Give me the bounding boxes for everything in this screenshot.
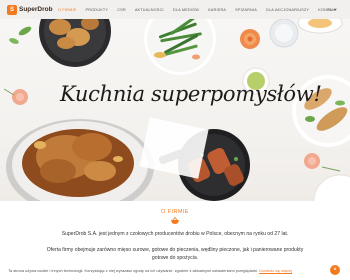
about-paragraph-1: SuperDrob S.A. jest jednym z czołowych p…: [61, 231, 289, 237]
menu-item-dla-mediow[interactable]: DLA MEDIÓW: [173, 0, 199, 19]
top-navigation: S SuperDrob O FIRMIE PRODUKTY CSR AKTUAL…: [0, 0, 350, 19]
crispy-chicken-bowl-icon: [39, 19, 111, 67]
cookie-more-link[interactable]: Dowiedz się więcej: [259, 268, 292, 274]
menu-item-aktualnosci[interactable]: AKTUALNOŚCI: [135, 0, 164, 19]
green-beans-plate-icon: [144, 19, 216, 75]
about-paragraph-2: Oferta firmy obejmuje zarówno mięso suro…: [46, 247, 304, 261]
menu-item-spizarnia[interactable]: SPIŻARNIA: [235, 0, 257, 19]
main-menu: O FIRMIE PRODUKTY CSR AKTUALNOŚCI DLA ME…: [58, 0, 346, 19]
hero-headline: Kuchnia superpomysłów!: [60, 82, 322, 106]
close-icon[interactable]: ×: [330, 265, 340, 275]
roast-chicken-dish-icon: [6, 119, 154, 201]
section-title: O FIRMIE: [161, 209, 189, 215]
menu-item-csr[interactable]: CSR: [117, 0, 126, 19]
hero-banner: Kuchnia superpomysłów!: [0, 19, 350, 201]
menu-item-produkty[interactable]: PRODUKTY: [85, 0, 108, 19]
logo[interactable]: S SuperDrob: [0, 0, 58, 19]
menu-item-kariera[interactable]: KARIERA: [208, 0, 226, 19]
bottom-right-plate-icon: [313, 174, 350, 201]
logo-mark-icon: S: [7, 4, 17, 15]
hero-food-illustration: [3, 19, 350, 201]
cookie-text: Ta strona używa cookie i innych technolo…: [8, 268, 258, 274]
pink-flower-icon: [3, 88, 28, 105]
pink-flower-right-icon: [304, 153, 341, 172]
bowl-icon: [171, 217, 179, 224]
herb-leaves-icon: [9, 26, 32, 44]
small-dish-icon: [297, 19, 343, 34]
language-switcher[interactable]: PL ▾: [327, 0, 336, 19]
menu-item-o-firmie[interactable]: O FIRMIE: [58, 0, 76, 19]
cookie-text-block: Ta strona używa cookie i innych technolo…: [0, 269, 310, 274]
menu-item-dla-akcjonariuszy[interactable]: DLA AKCJONARIUSZY: [266, 0, 309, 19]
chevron-down-icon: ▾: [333, 7, 336, 12]
language-label: PL: [327, 7, 332, 12]
logo-text: SuperDrob: [19, 6, 53, 13]
glass-icon: [269, 19, 299, 48]
orange-flower-icon: [240, 29, 260, 49]
cookie-banner: Ta strona używa cookie i innych technolo…: [0, 263, 350, 280]
